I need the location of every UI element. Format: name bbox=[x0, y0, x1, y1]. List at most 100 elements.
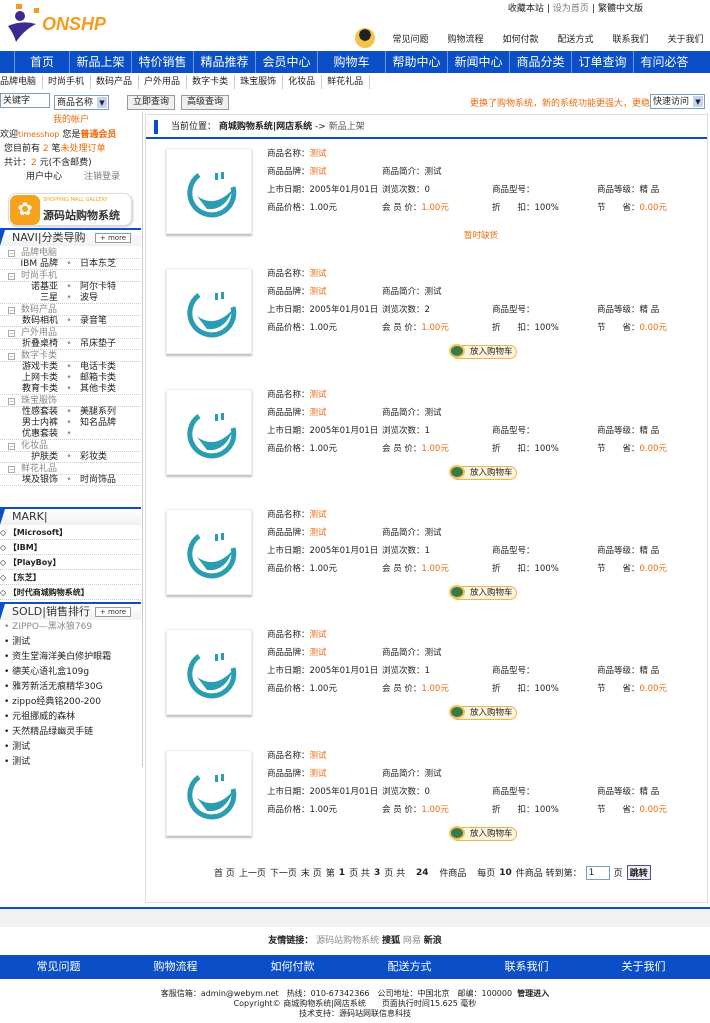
main-nav-item[interactable]: 会员中心 bbox=[255, 51, 317, 73]
product-image[interactable] bbox=[166, 749, 252, 836]
ranking-item[interactable]: • 德芙心语礼盒109g bbox=[0, 665, 141, 680]
breadcrumb-site-link[interactable]: 商城购物系统|网店系统 bbox=[219, 122, 312, 132]
keyword-input[interactable]: 关键字 bbox=[0, 93, 50, 108]
category-group[interactable]: − 户外用品 bbox=[0, 327, 141, 339]
subcategory-link[interactable]: 日本东芝 bbox=[80, 259, 116, 269]
ranking-link[interactable]: 测试 bbox=[12, 637, 30, 647]
category-group[interactable]: − 时尚手机 bbox=[0, 270, 141, 282]
friend-link[interactable]: 搜狐 bbox=[382, 936, 400, 946]
ranking-link[interactable]: 天然精品绿幽灵手链 bbox=[12, 727, 93, 737]
footer-nav-item[interactable]: 联系我们 bbox=[468, 955, 585, 979]
admin-login-link[interactable]: 管理进入 bbox=[517, 989, 549, 998]
footer-nav-item[interactable]: 配送方式 bbox=[351, 955, 468, 979]
main-nav-item[interactable]: 有问必答 bbox=[633, 51, 695, 73]
subcategory-link[interactable]: 诺基亚 bbox=[0, 282, 58, 293]
subcategory-link[interactable]: 护肤类 bbox=[0, 452, 58, 462]
traditional-chinese-link[interactable]: 繁體中文版 bbox=[598, 4, 643, 14]
first-page-link[interactable]: 首 页 bbox=[214, 866, 235, 879]
add-to-cart-button[interactable]: 放入购物车 bbox=[449, 464, 517, 480]
add-to-cart-button[interactable]: 放入购物车 bbox=[449, 825, 517, 841]
search-field-select[interactable]: 商品名称 ▼ bbox=[54, 95, 109, 110]
goto-page-input[interactable]: 1 bbox=[585, 865, 610, 880]
brand-item[interactable]: ◇ 【PlayBoy】 bbox=[0, 555, 141, 570]
next-page-link[interactable]: 下一页 bbox=[270, 866, 297, 879]
collapse-icon[interactable]: − bbox=[8, 466, 15, 473]
ranking-link[interactable]: 德芙心语礼盒109g bbox=[12, 667, 89, 677]
advanced-search-button[interactable]: 高级查询 bbox=[181, 95, 229, 110]
subcategory-link[interactable]: 游戏卡类 bbox=[0, 362, 58, 373]
category-bar-item[interactable]: 数字卡类 bbox=[192, 75, 236, 89]
main-nav-item[interactable]: 商品分类 bbox=[509, 51, 571, 73]
bookmark-link[interactable]: 收藏本站 bbox=[508, 4, 544, 14]
category-bar-item[interactable]: 化妆品 bbox=[288, 75, 323, 89]
category-bar-item[interactable]: 时尚手机 bbox=[48, 75, 92, 89]
subcategory-link[interactable]: 埃及银饰 bbox=[0, 475, 58, 485]
collapse-icon[interactable]: − bbox=[8, 398, 15, 405]
main-nav-item[interactable]: 订单查询 bbox=[571, 51, 633, 73]
subcategory-link[interactable]: 录音笔 bbox=[80, 316, 107, 326]
category-group[interactable]: − 数码产品 bbox=[0, 304, 141, 316]
product-image[interactable] bbox=[166, 148, 252, 234]
main-nav-item[interactable]: 特价销售 bbox=[131, 51, 193, 73]
main-nav-item[interactable]: 新品上架 bbox=[69, 51, 131, 73]
category-bar-item[interactable]: 品牌电脑 bbox=[0, 75, 44, 89]
friend-link[interactable]: 源码站购物系统 bbox=[316, 936, 379, 946]
main-nav-item[interactable]: 精品推荐 bbox=[193, 51, 255, 73]
brand-item[interactable]: ◇ 【Microsoft】 bbox=[0, 525, 141, 540]
add-to-cart-button[interactable]: 放入购物车 bbox=[449, 705, 517, 721]
subcategory-link[interactable]: 性感套装 bbox=[0, 407, 58, 418]
subcategory-link[interactable]: 邮箱卡类 bbox=[80, 373, 116, 384]
footer-nav-item[interactable]: 常见问题 bbox=[0, 955, 117, 979]
brand-link[interactable]: 【时代商城购物系统】 bbox=[9, 588, 89, 597]
friend-link[interactable]: 新浪 bbox=[424, 936, 442, 946]
brand-link[interactable]: 【东芝】 bbox=[9, 573, 41, 582]
product-name-value[interactable]: 测试 bbox=[310, 269, 327, 279]
last-page-link[interactable]: 末 页 bbox=[301, 866, 322, 879]
product-name-value[interactable]: 测试 bbox=[310, 510, 327, 520]
shop-banner[interactable]: ✿ SHOPPING MALL GALLERY 源码站购物系统 bbox=[8, 193, 132, 226]
category-bar-item[interactable]: 珠宝服饰 bbox=[240, 75, 284, 89]
subcategory-link[interactable]: 上网卡类 bbox=[0, 373, 58, 384]
subcategory-link[interactable]: 知名品牌 bbox=[80, 418, 116, 429]
add-to-cart-button[interactable]: 放入购物车 bbox=[449, 344, 517, 360]
product-image[interactable] bbox=[166, 268, 252, 355]
footer-nav-item[interactable]: 购物流程 bbox=[117, 955, 234, 979]
subcategory-link[interactable]: 吊床垫子 bbox=[80, 339, 116, 349]
main-nav-item[interactable]: 帮助中心 bbox=[385, 51, 447, 73]
brand-link[interactable]: 【Microsoft】 bbox=[9, 528, 67, 537]
ranking-link[interactable]: 资生堂海洋美白修护眼霜 bbox=[12, 652, 111, 662]
product-name-value[interactable]: 测试 bbox=[310, 390, 327, 400]
ranking-item[interactable]: • 测试 bbox=[0, 755, 141, 770]
ranking-item[interactable]: • zippo经典铭200-200 bbox=[0, 695, 141, 710]
product-name-value[interactable]: 测试 bbox=[310, 630, 327, 640]
footer-nav-item[interactable]: 关于我们 bbox=[585, 955, 702, 979]
help-nav-delivery[interactable]: 配送方式 bbox=[548, 32, 603, 45]
product-image[interactable] bbox=[166, 388, 252, 475]
subcategory-link[interactable]: 折叠桌椅 bbox=[0, 339, 58, 349]
ranking-link[interactable]: 元祖挪威的森林 bbox=[12, 712, 75, 722]
collapse-icon[interactable]: − bbox=[8, 307, 15, 314]
ranking-item[interactable]: • ZIPPO—黑冰狼769 bbox=[0, 620, 141, 635]
prev-page-link[interactable]: 上一页 bbox=[239, 866, 266, 879]
category-group[interactable]: − 鲜花礼品 bbox=[0, 463, 141, 475]
ranking-item[interactable]: • 测试 bbox=[0, 635, 141, 650]
footer-nav-item[interactable]: 如何付款 bbox=[234, 955, 351, 979]
help-nav-contact[interactable]: 联系我们 bbox=[603, 32, 658, 45]
user-center-link[interactable]: 用户中心 bbox=[26, 170, 62, 184]
subcategory-link[interactable]: 数码相机 bbox=[0, 316, 58, 326]
collapse-icon[interactable]: − bbox=[8, 330, 15, 337]
category-group[interactable]: − 数字卡类 bbox=[0, 350, 141, 362]
subcategory-link[interactable]: 男士内裤 bbox=[0, 418, 58, 429]
brand-link[interactable]: 【IBM】 bbox=[9, 543, 42, 552]
subcategory-link[interactable]: 美腿系列 bbox=[80, 407, 116, 418]
help-nav-process[interactable]: 购物流程 bbox=[438, 32, 493, 45]
set-homepage-link[interactable]: 设为首页 bbox=[553, 4, 589, 14]
subcategory-link[interactable]: 电话卡类 bbox=[80, 362, 116, 373]
main-nav-item[interactable]: 新闻中心 bbox=[447, 51, 509, 73]
subcategory-link[interactable]: 优惠套装 bbox=[0, 429, 58, 439]
brand-item[interactable]: ◇ 【时代商城购物系统】 bbox=[0, 585, 141, 600]
category-bar-item[interactable]: 户外用品 bbox=[144, 75, 188, 89]
friend-link[interactable]: 网易 bbox=[403, 936, 421, 946]
quick-access-select[interactable]: 快速访问 ▼ bbox=[650, 94, 705, 109]
subcategory-link[interactable]: 时尚饰品 bbox=[80, 475, 116, 485]
